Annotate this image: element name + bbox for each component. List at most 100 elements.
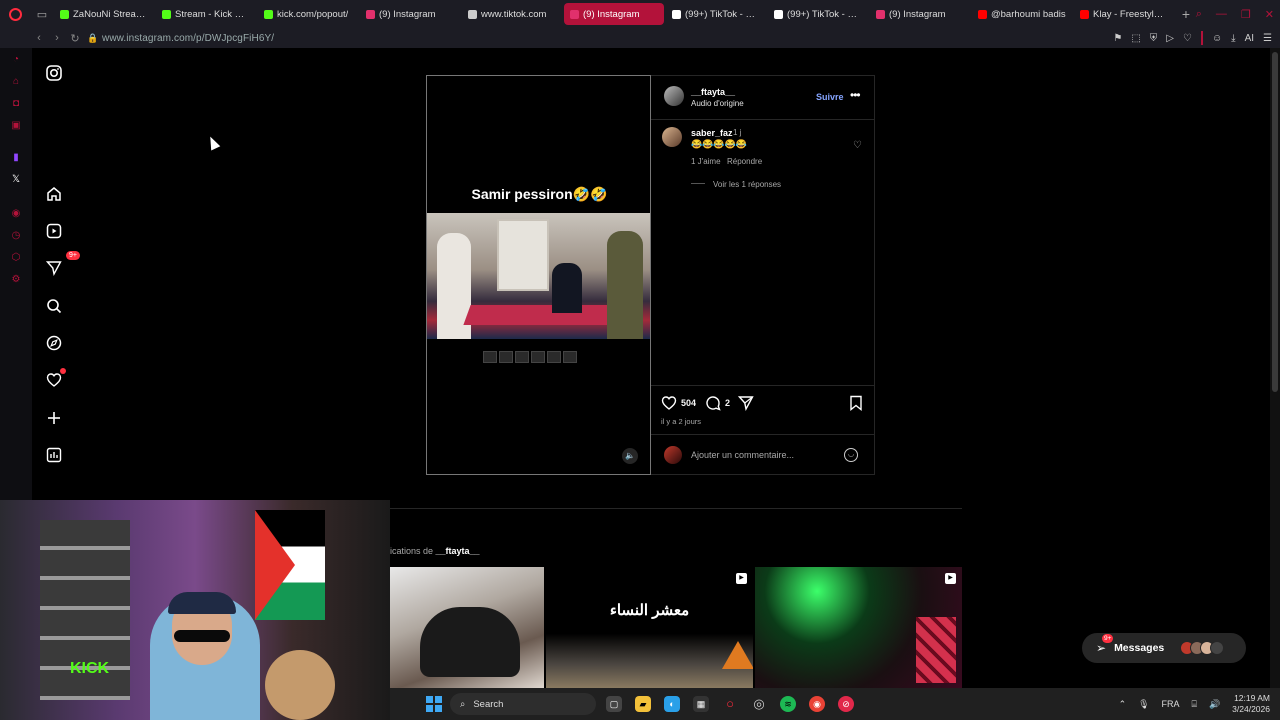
browser-tab[interactable]: Stream - Kick Das <box>156 3 256 25</box>
spotify-icon[interactable]: ≋ <box>780 696 796 712</box>
minimize-icon[interactable]: — <box>1216 8 1227 20</box>
emoji-picker-icon[interactable]: ◡ <box>844 448 858 462</box>
browser-tab[interactable]: Klay - Freestyle Ya <box>1074 3 1174 25</box>
aria-icon[interactable]: ◔ <box>10 54 22 66</box>
dashboard-icon[interactable] <box>44 445 64 465</box>
commenter-avatar[interactable] <box>662 127 682 147</box>
language-indicator[interactable]: FRA <box>1162 699 1180 709</box>
follow-button[interactable]: Suivre <box>816 92 844 102</box>
add-comment-input[interactable]: Ajouter un commentaire... <box>691 450 794 460</box>
reel-video-player[interactable]: Samir pessiron🤣🤣 🔈 <box>426 75 651 475</box>
windows-start-icon[interactable] <box>426 696 442 712</box>
comment-like-icon[interactable]: ♡ <box>853 140 862 151</box>
browser-tab[interactable]: (99+) TikTok - Mak <box>768 3 868 25</box>
forward-icon[interactable]: › <box>48 32 66 44</box>
search-icon[interactable] <box>44 296 64 316</box>
opera-gx-icon[interactable]: ◎ <box>751 696 767 712</box>
heart-icon[interactable]: ♡ <box>1183 33 1192 44</box>
adblock-icon[interactable]: ⛨ <box>1150 33 1158 44</box>
tray-chevron-icon[interactable]: ⌃ <box>1119 699 1127 710</box>
maximize-icon[interactable]: ❐ <box>1241 8 1251 21</box>
download-icon[interactable]: ⤓ <box>1231 33 1235 44</box>
profile-icon[interactable]: ☺ <box>1212 33 1222 44</box>
browser-tab[interactable]: (9) Instagram <box>870 3 970 25</box>
more-posts-user[interactable]: __ftayta__ <box>436 546 480 556</box>
post-thumbnail[interactable]: معشر النساء ▶ <box>546 567 753 688</box>
explore-icon[interactable] <box>44 333 64 353</box>
back-icon[interactable]: ‹ <box>30 32 48 44</box>
reels-icon[interactable] <box>44 221 64 241</box>
extensions-icon[interactable]: ⬡ <box>10 252 22 264</box>
store-icon[interactable]: ▦ <box>693 696 709 712</box>
browser-tab[interactable]: @barhoumi badis <box>972 3 1072 25</box>
shopping-icon[interactable]: ⌂ <box>10 76 22 88</box>
home-icon[interactable] <box>44 184 64 204</box>
settings-icon[interactable]: ⚙ <box>10 274 22 286</box>
browser-tab[interactable]: (9) Instagram <box>564 3 664 25</box>
browser-tab[interactable]: www.tiktok.com <box>462 3 562 25</box>
emoji-box <box>547 351 561 363</box>
history-icon[interactable]: ◷ <box>10 230 22 242</box>
microphone-icon[interactable]: 🎙 <box>1138 699 1149 710</box>
player-icon[interactable]: ▷ <box>1166 33 1174 44</box>
scrollbar-thumb[interactable] <box>1272 52 1278 392</box>
opera-sidebar: ◔ ⌂ ◘ ▣ ▮ 𝕏 ◉ ◷ ⬡ ⚙ <box>0 48 32 500</box>
search-tabs-icon[interactable]: ⌕ <box>1196 8 1202 21</box>
mute-icon[interactable]: 🔈 <box>622 448 638 464</box>
comment-icon[interactable] <box>705 395 721 411</box>
page-scrollbar[interactable] <box>1270 48 1280 688</box>
x-icon[interactable]: 𝕏 <box>10 174 22 186</box>
browser-tab[interactable]: (9) Instagram <box>360 3 460 25</box>
opera-logo-icon[interactable] <box>0 0 30 28</box>
webcam-sunglasses <box>174 630 230 642</box>
like-icon[interactable] <box>661 395 677 411</box>
create-icon[interactable] <box>44 408 64 428</box>
browser-tab[interactable]: ZaNouNi Stream - <box>54 3 154 25</box>
comment-likes[interactable]: 1 J'aime <box>691 157 721 166</box>
author-avatar[interactable] <box>664 86 684 106</box>
comment-username[interactable]: saber_faz <box>691 128 733 138</box>
reload-icon[interactable]: ↻ <box>66 32 84 45</box>
post-thumbnail[interactable]: ▶ <box>755 567 962 688</box>
music-icon[interactable]: ▣ <box>10 120 22 132</box>
browser-tab[interactable]: kick.com/popout/ <box>258 3 358 25</box>
share-icon[interactable] <box>737 395 754 412</box>
chrome-icon[interactable]: ◉ <box>809 696 825 712</box>
direct-messages-icon[interactable]: 9+ <box>44 251 80 278</box>
task-view-icon[interactable]: ▢ <box>606 696 622 712</box>
menu-icon[interactable]: ☰ <box>1263 33 1272 44</box>
taskbar-search[interactable]: ⌕ Search <box>450 693 596 715</box>
bookmark-icon[interactable]: ⚑ <box>1113 33 1122 44</box>
more-options-icon[interactable]: ••• <box>850 88 861 102</box>
copilot-icon[interactable]: ◐ <box>664 696 680 712</box>
tab-islands-icon[interactable]: ▭ <box>30 0 54 28</box>
notifications-heart-icon[interactable] <box>44 368 66 390</box>
twitch-icon[interactable]: ▮ <box>10 152 22 164</box>
post-thumbnail[interactable] <box>390 567 544 688</box>
messenger-icon[interactable]: ◘ <box>10 98 22 110</box>
save-icon[interactable] <box>848 395 864 411</box>
file-explorer-icon[interactable]: ▰ <box>635 696 651 712</box>
audio-label[interactable]: Audio d'origine <box>691 99 744 108</box>
opera-taskbar-icon[interactable]: ○ <box>722 696 738 712</box>
instagram-logo-icon[interactable] <box>44 63 64 83</box>
player-sidebar-icon[interactable]: ◉ <box>10 208 22 220</box>
reel-video-frame <box>427 213 650 339</box>
like-count[interactable]: 504 <box>681 398 696 408</box>
lock-icon[interactable]: 🔒 <box>84 33 102 44</box>
author-username[interactable]: __ftayta__ <box>691 87 735 97</box>
volume-icon[interactable]: 🔊 <box>1209 699 1220 710</box>
reply-button[interactable]: Répondre <box>727 157 762 166</box>
app-icon[interactable]: ⊘ <box>838 696 854 712</box>
view-replies-button[interactable]: Voir les 1 réponses <box>713 180 781 189</box>
close-window-icon[interactable]: ✕ <box>1265 8 1274 21</box>
url-field[interactable]: www.instagram.com/p/DWJpcgFiH6Y/ <box>102 33 274 44</box>
aria-ai-button[interactable]: AI <box>1245 33 1254 44</box>
tab-title: (9) Instagram <box>889 8 946 20</box>
new-tab-button[interactable]: + <box>1176 6 1196 22</box>
snapshot-icon[interactable]: ⬚ <box>1131 33 1140 44</box>
browser-tab[interactable]: (99+) TikTok - Mak <box>666 3 766 25</box>
network-icon[interactable]: ⌸ <box>1192 699 1197 710</box>
clock[interactable]: 12:19 AM 3/24/2026 <box>1232 693 1270 715</box>
messages-button[interactable]: ➢ 9+ Messages <box>1082 633 1246 663</box>
